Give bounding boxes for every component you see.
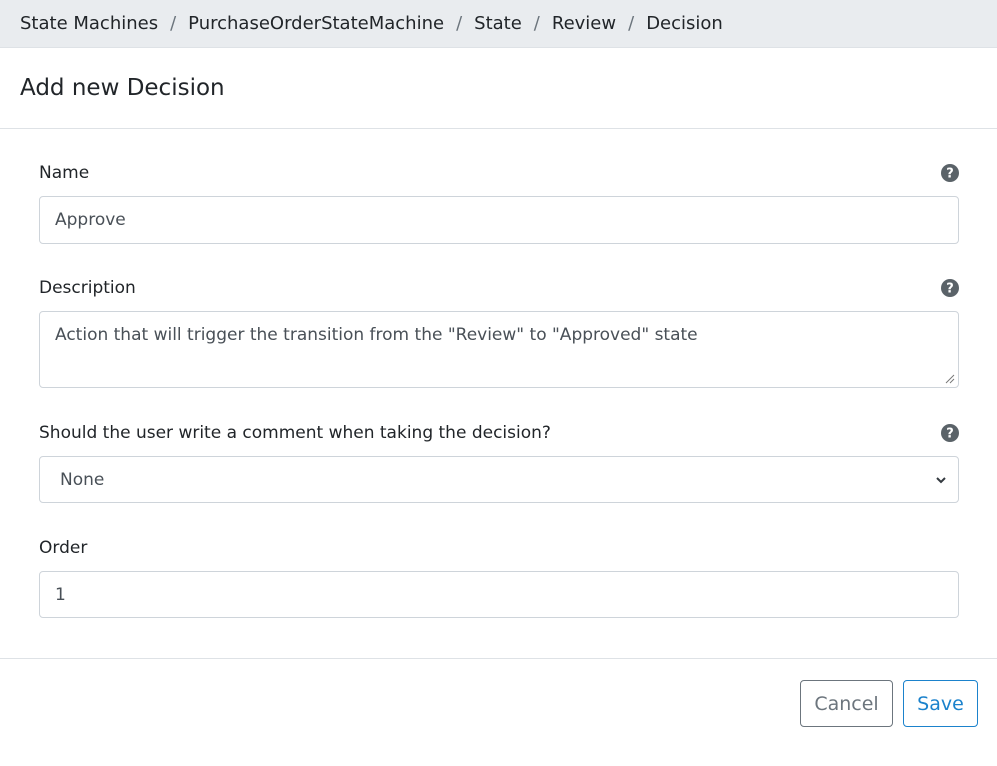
card-footer: Cancel Save bbox=[0, 658, 997, 766]
breadcrumb-item-state-machines[interactable]: State Machines bbox=[20, 13, 158, 34]
breadcrumb-item-state[interactable]: State bbox=[474, 13, 522, 34]
breadcrumb-separator: / bbox=[628, 13, 635, 34]
name-label-row: Name ? bbox=[39, 161, 959, 185]
breadcrumb-item-purchase-order-state-machine[interactable]: PurchaseOrderStateMachine bbox=[188, 13, 444, 34]
save-button[interactable]: Save bbox=[903, 680, 978, 727]
order-input-value: 1 bbox=[55, 584, 66, 605]
description-textarea-value: Action that will trigger the transition … bbox=[55, 325, 698, 345]
breadcrumb-item-review[interactable]: Review bbox=[552, 13, 616, 34]
question-circle-icon[interactable]: ? bbox=[941, 424, 959, 442]
breadcrumb-separator: / bbox=[456, 13, 463, 34]
name-form-group: Name ? Approve bbox=[39, 161, 959, 244]
question-circle-icon[interactable]: ? bbox=[941, 164, 959, 182]
name-input[interactable]: Approve bbox=[39, 196, 959, 244]
card-header: Add new Decision bbox=[0, 48, 997, 129]
order-label: Order bbox=[39, 538, 88, 558]
chevron-down-icon bbox=[936, 476, 946, 483]
breadcrumb-item-decision: Decision bbox=[646, 13, 723, 34]
svg-text:?: ? bbox=[946, 167, 954, 182]
comment-label: Should the user write a comment when tak… bbox=[39, 423, 551, 443]
name-label: Name bbox=[39, 163, 90, 183]
description-textarea[interactable]: Action that will trigger the transition … bbox=[39, 311, 959, 388]
order-form-group: Order 1 bbox=[39, 536, 959, 618]
name-input-value: Approve bbox=[55, 210, 126, 230]
order-input[interactable]: 1 bbox=[39, 571, 959, 618]
cancel-button[interactable]: Cancel bbox=[800, 680, 893, 727]
svg-text:?: ? bbox=[946, 282, 954, 297]
comment-form-group: Should the user write a comment when tak… bbox=[39, 421, 959, 503]
description-label: Description bbox=[39, 278, 136, 298]
description-label-row: Description ? bbox=[39, 276, 959, 300]
resize-grip-icon[interactable] bbox=[945, 374, 955, 384]
svg-text:?: ? bbox=[946, 427, 954, 442]
breadcrumb-separator: / bbox=[533, 13, 540, 34]
description-form-group: Description ? Action that will trigger t… bbox=[39, 276, 959, 388]
comment-select[interactable]: None bbox=[39, 456, 959, 503]
question-circle-icon[interactable]: ? bbox=[941, 279, 959, 297]
order-label-row: Order bbox=[39, 536, 959, 560]
breadcrumb-separator: / bbox=[170, 13, 177, 34]
breadcrumb: State Machines / PurchaseOrderStateMachi… bbox=[0, 0, 997, 48]
page-title: Add new Decision bbox=[20, 75, 225, 101]
comment-select-value: None bbox=[60, 469, 105, 490]
comment-label-row: Should the user write a comment when tak… bbox=[39, 421, 959, 445]
